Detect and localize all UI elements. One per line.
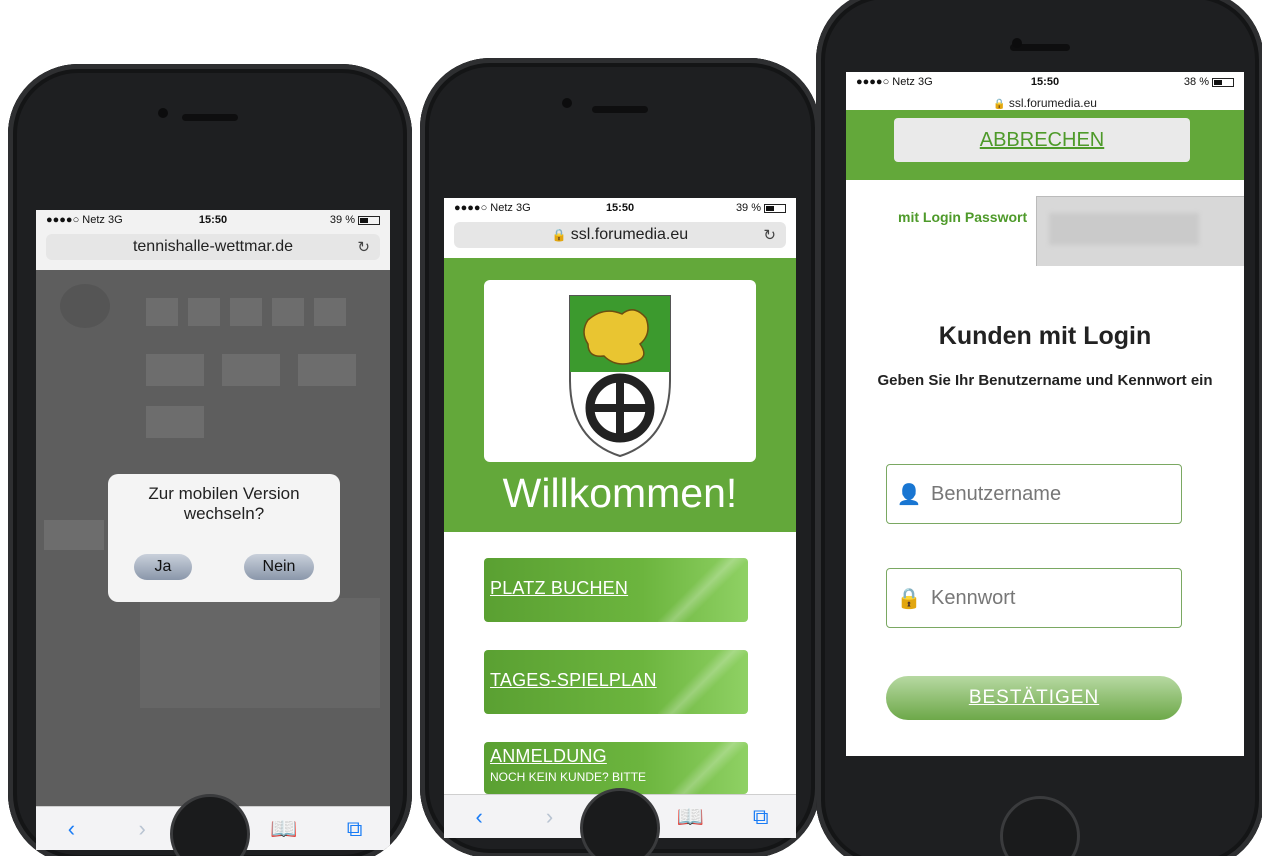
dialog-buttons: Ja Nein — [108, 554, 340, 580]
url-text: tennishalle-wettmar.de — [132, 238, 294, 255]
carrier-signal: ●●●●○ Netz 3G — [856, 76, 933, 88]
screenshot: ●●●●○ Netz 3G 15:50 39 % tennishalle-wet… — [0, 0, 1262, 856]
blurred-tab-label — [1049, 213, 1199, 245]
mobile-version-dialog: Zur mobilen Version wechseln? Ja Nein — [108, 474, 340, 602]
back-icon[interactable]: ‹ — [459, 804, 499, 830]
bookmarks-icon[interactable]: 📖 — [670, 804, 710, 830]
forward-icon[interactable]: › — [530, 804, 570, 830]
battery-indicator: 39 % — [269, 214, 380, 226]
login-instructions: Geben Sie Ihr Benutzername und Kennwort … — [877, 372, 1213, 389]
register-label: ANMELDUNG — [490, 746, 607, 766]
page-content-block — [140, 598, 380, 708]
page-nav-icon — [230, 298, 262, 326]
phone-3-screen: ●●●●○ Netz 3G 15:50 38 % 🔒 ssl.forumedia… — [846, 72, 1244, 756]
login-tabs: mit Login Passwort — [846, 196, 1244, 266]
user-icon: 👤 — [896, 483, 922, 506]
lock-icon: 🔒 — [896, 587, 922, 610]
lock-icon: 🔒 — [551, 228, 567, 242]
page-nav-icon — [146, 298, 178, 326]
page-thumbnail — [146, 406, 204, 438]
battery-icon — [764, 203, 787, 213]
web-page: Willkommen! PLATZ BUCHEN TAGES-SPIELPLAN… — [444, 258, 796, 794]
front-camera — [1012, 38, 1022, 48]
page-thumbnail — [298, 354, 356, 386]
password-placeholder: Kennwort — [931, 586, 1016, 609]
confirm-button[interactable]: BESTÄTIGEN — [886, 676, 1182, 720]
address-bar[interactable]: 🔒 ssl.forumedia.eu ↻ — [454, 222, 786, 248]
battery-percent: 38 % — [1183, 76, 1209, 88]
tab-other[interactable] — [1036, 196, 1244, 266]
phone-2: ●●●●○ Netz 3G 15:50 39 % 🔒 ssl.forumedia… — [420, 58, 820, 856]
coat-of-arms-icon — [569, 295, 671, 458]
login-heading: Kunden mit Login — [938, 322, 1152, 350]
home-button[interactable] — [1000, 796, 1080, 856]
register-button[interactable]: ANMELDUNG NOCH KEIN KUNDE? BITTE — [484, 742, 748, 794]
lock-icon: 🔒 — [993, 99, 1006, 110]
status-time: 15:50 — [198, 214, 228, 226]
password-field[interactable]: 🔒 Kennwort — [886, 568, 1182, 628]
page-thumbnail — [44, 520, 104, 550]
back-icon[interactable]: ‹ — [51, 816, 91, 842]
tabs-icon[interactable]: ⧉ — [741, 804, 781, 830]
status-time: 15:50 — [1030, 76, 1060, 88]
battery-icon — [357, 215, 380, 225]
tabs-icon[interactable]: ⧉ — [335, 816, 375, 842]
status-bar: ●●●●○ Netz 3G 15:50 39 % — [444, 198, 796, 218]
forward-icon[interactable]: › — [122, 816, 162, 842]
front-camera — [562, 98, 572, 108]
carrier-signal: ●●●●○ Netz 3G — [454, 202, 531, 214]
front-camera — [158, 108, 168, 118]
status-bar: ●●●●○ Netz 3G 15:50 39 % — [36, 210, 390, 230]
address-bar[interactable]: tennishalle-wettmar.de ↻ — [46, 234, 380, 260]
url-text: ssl.forumedia.eu — [570, 226, 689, 243]
reload-icon[interactable]: ↻ — [357, 238, 370, 256]
welcome-heading: Willkommen! — [502, 470, 738, 516]
earpiece-speaker — [182, 114, 238, 121]
no-button[interactable]: Nein — [244, 554, 314, 580]
day-schedule-button[interactable]: TAGES-SPIELPLAN — [484, 650, 748, 714]
cancel-bar: ABBRECHEN — [846, 110, 1244, 180]
battery-icon — [1212, 77, 1234, 87]
yes-button[interactable]: Ja — [134, 554, 192, 580]
cancel-button[interactable]: ABBRECHEN — [894, 118, 1190, 162]
battery-indicator: 39 % — [675, 202, 787, 214]
reload-icon[interactable]: ↻ — [763, 226, 776, 244]
phone-1-screen: ●●●●○ Netz 3G 15:50 39 % tennishalle-wet… — [36, 210, 390, 850]
page-nav-icon — [272, 298, 304, 326]
dialog-question: Zur mobilen Version wechseln? — [148, 484, 300, 523]
status-bar: ●●●●○ Netz 3G 15:50 38 % — [846, 72, 1244, 92]
book-court-label: PLATZ BUCHEN — [490, 578, 629, 598]
page-nav-icon — [188, 298, 220, 326]
earpiece-speaker — [592, 106, 648, 113]
status-time: 15:50 — [605, 202, 635, 214]
day-schedule-label: TAGES-SPIELPLAN — [490, 670, 657, 690]
battery-percent: 39 % — [735, 202, 762, 214]
carrier-signal: ●●●●○ Netz 3G — [46, 214, 123, 226]
tab-login-password[interactable]: mit Login Passwort — [846, 196, 1036, 266]
phone-3: ●●●●○ Netz 3G 15:50 38 % 🔒 ssl.forumedia… — [816, 0, 1262, 856]
book-court-button[interactable]: PLATZ BUCHEN — [484, 558, 748, 622]
register-sublabel: NOCH KEIN KUNDE? BITTE — [490, 770, 647, 784]
battery-indicator: 38 % — [1108, 76, 1234, 88]
page-nav-icon — [314, 298, 346, 326]
address-bar[interactable]: 🔒 ssl.forumedia.eu — [846, 96, 1244, 110]
page-thumbnail — [146, 354, 204, 386]
username-field[interactable]: 👤 Benutzername — [886, 464, 1182, 524]
welcome-banner: Willkommen! — [444, 258, 796, 532]
phone-2-screen: ●●●●○ Netz 3G 15:50 39 % 🔒 ssl.forumedia… — [444, 198, 796, 838]
battery-percent: 39 % — [329, 214, 355, 226]
bookmarks-icon[interactable]: 📖 — [264, 816, 304, 842]
username-placeholder: Benutzername — [931, 482, 1062, 505]
page-thumbnail — [222, 354, 280, 386]
url-text: ssl.forumedia.eu — [1008, 96, 1097, 110]
crest-thumbnail — [60, 284, 110, 328]
crest-image — [484, 280, 756, 462]
phone-1: ●●●●○ Netz 3G 15:50 39 % tennishalle-wet… — [8, 64, 412, 856]
